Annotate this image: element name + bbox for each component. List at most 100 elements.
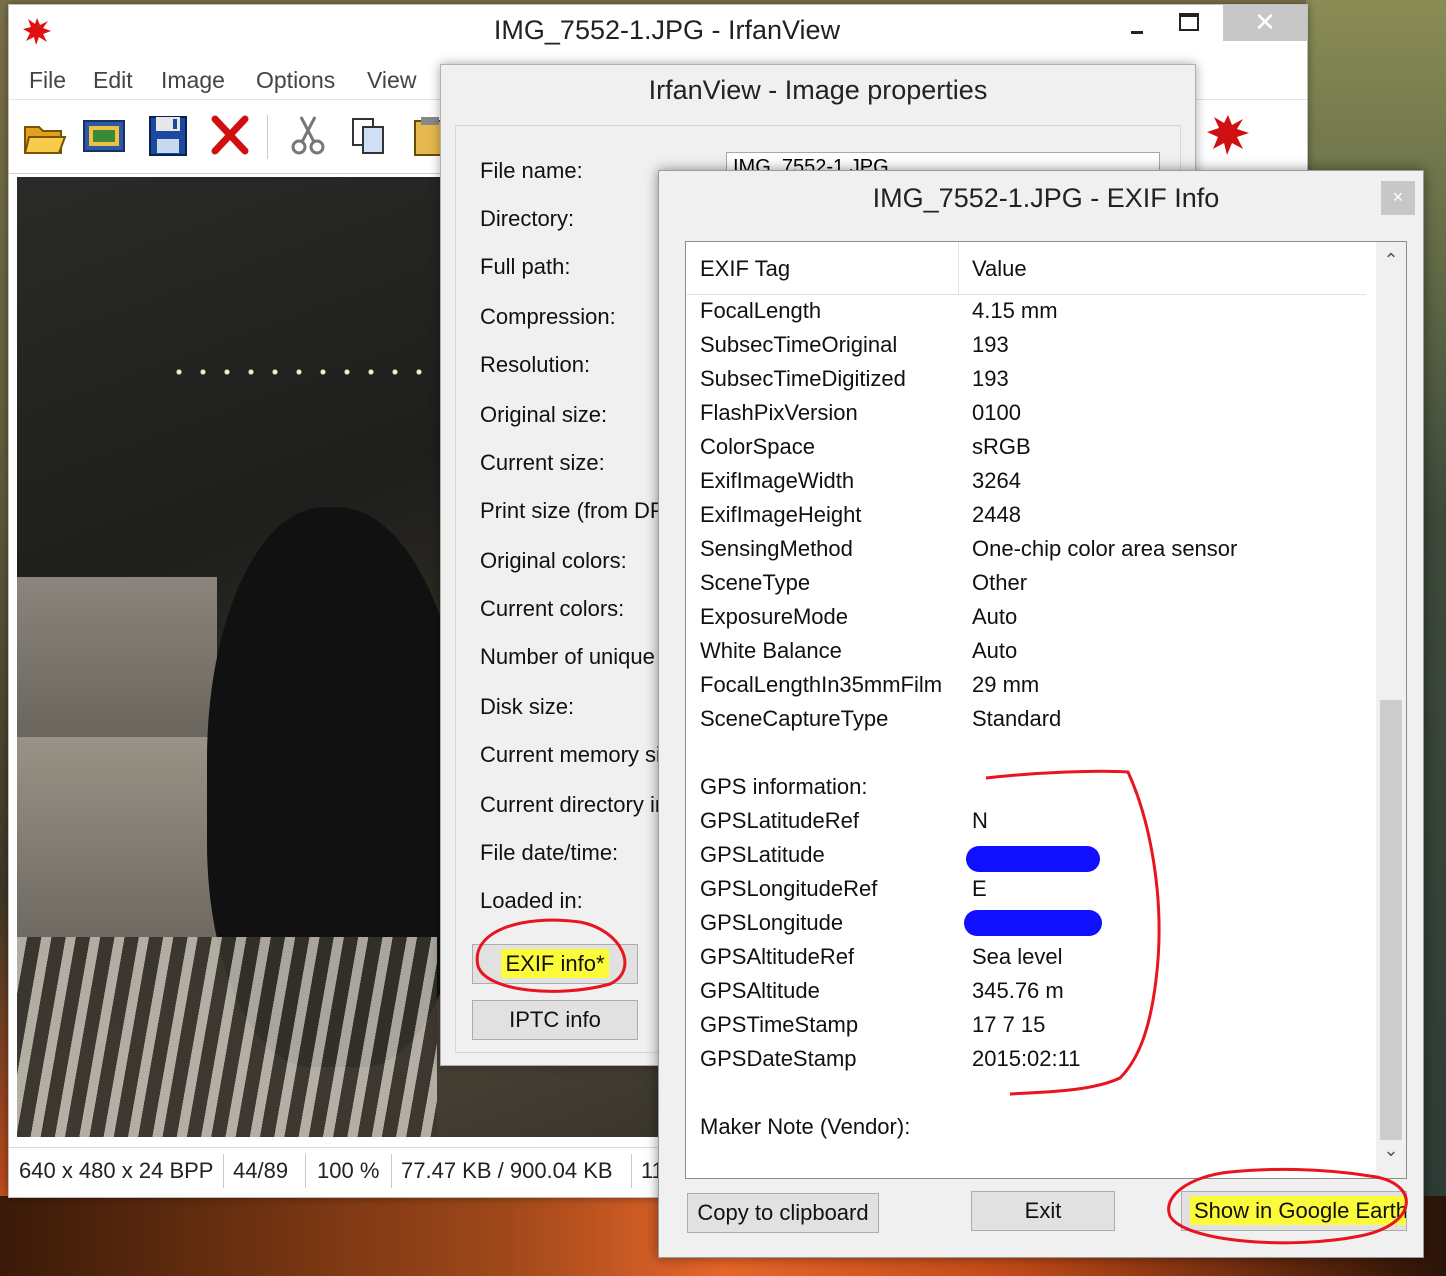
show-in-google-earth-button[interactable]: Show in Google Earth bbox=[1181, 1191, 1407, 1231]
menu-options[interactable]: Options bbox=[256, 67, 335, 94]
exif-tag-cell: ExifImageHeight bbox=[700, 502, 862, 527]
exif-tag-cell: SubsecTimeOriginal bbox=[700, 332, 898, 357]
label-original-size: Original size: bbox=[480, 402, 608, 427]
exif-value-cell: One-chip color area sensor bbox=[972, 536, 1238, 561]
scroll-up-icon[interactable]: ⌃ bbox=[1376, 250, 1406, 271]
label-current-colors: Current colors: bbox=[480, 596, 625, 621]
exif-row[interactable]: FocalLength 4.15 mm bbox=[686, 298, 1366, 332]
exif-tag-cell: GPSTimeStamp bbox=[700, 1012, 859, 1037]
exif-row[interactable]: ExposureMode Auto bbox=[686, 604, 1366, 638]
google-earth-label: Show in Google Earth bbox=[1190, 1196, 1406, 1225]
save-icon[interactable] bbox=[145, 111, 191, 159]
status-separator bbox=[391, 1154, 392, 1188]
photo-paper-boxes bbox=[17, 577, 217, 737]
exif-list[interactable]: EXIF Tag Value FocalLength 4.15 mm SubsecT… bbox=[685, 241, 1407, 1179]
cut-icon[interactable] bbox=[285, 111, 331, 159]
column-header-value[interactable]: Value bbox=[972, 256, 1027, 282]
menu-image[interactable]: Image bbox=[161, 67, 225, 94]
exif-info-window: IMG_7552-1.JPG - EXIF Info × EXIF Tag Va… bbox=[658, 170, 1424, 1258]
exif-row[interactable]: ExifImageWidth 3264 bbox=[686, 468, 1366, 502]
exif-row[interactable]: White Balance Auto bbox=[686, 638, 1366, 672]
column-separator bbox=[958, 242, 959, 294]
maximize-button[interactable] bbox=[1167, 5, 1207, 41]
irfanview-logo-icon[interactable] bbox=[1205, 111, 1251, 159]
scroll-down-icon[interactable]: ⌄ bbox=[1376, 1140, 1406, 1161]
status-separator bbox=[631, 1154, 632, 1188]
exif-value-cell: 17 7 15 bbox=[972, 1012, 1046, 1037]
exif-row[interactable]: Maker Note (Vendor): bbox=[686, 1114, 1366, 1148]
iptc-info-button[interactable]: IPTC info bbox=[472, 1000, 638, 1040]
exif-value-cell: Other bbox=[972, 570, 1028, 595]
exif-value-cell: 4.15 mm bbox=[972, 298, 1058, 323]
exit-button[interactable]: Exit bbox=[971, 1191, 1115, 1231]
exif-row[interactable]: SceneType Other bbox=[686, 570, 1366, 604]
exif-window-title: IMG_7552-1.JPG - EXIF Info bbox=[872, 183, 1220, 213]
exif-row[interactable]: GPSLatitudeRef N bbox=[686, 808, 1366, 842]
label-unique-colors: Number of unique c bbox=[480, 644, 672, 669]
exif-value-cell: 193 bbox=[972, 332, 1009, 357]
exif-row[interactable]: ExifImageHeight 2448 bbox=[686, 502, 1366, 536]
label-disk-size: Disk size: bbox=[480, 694, 575, 719]
exif-value-cell: N bbox=[972, 808, 988, 833]
properties-window-title: IrfanView - Image properties bbox=[648, 75, 988, 105]
scroll-thumb[interactable] bbox=[1380, 700, 1402, 1140]
exif-tag-cell: SceneType bbox=[700, 570, 811, 595]
exif-row[interactable]: SceneCaptureType Standard bbox=[686, 706, 1366, 740]
exif-row[interactable]: GPSAltitudeRef Sea level bbox=[686, 944, 1366, 978]
status-zoom: 100 % bbox=[317, 1158, 380, 1183]
exif-row[interactable]: SubsecTimeOriginal 193 bbox=[686, 332, 1366, 366]
exif-close-button[interactable]: × bbox=[1381, 181, 1415, 215]
exif-tag-cell: GPSDateStamp bbox=[700, 1046, 857, 1071]
exif-row[interactable]: SensingMethod One-chip color area sensor bbox=[686, 536, 1366, 570]
exif-row[interactable]: FlashPixVersion 0100 bbox=[686, 400, 1366, 434]
exif-row[interactable]: GPS information: bbox=[686, 774, 1366, 808]
exif-row[interactable]: GPSLongitudeRef E bbox=[686, 876, 1366, 910]
redacted-latitude bbox=[966, 846, 1100, 872]
status-separator bbox=[223, 1154, 224, 1188]
menu-edit[interactable]: Edit bbox=[93, 67, 133, 94]
close-icon: ✕ bbox=[1254, 7, 1276, 37]
exif-row[interactable]: GPSDateStamp 2015:02:11 bbox=[686, 1046, 1366, 1080]
label-print-size: Print size (from DPI bbox=[480, 498, 671, 523]
exif-tag-cell: GPSAltitudeRef bbox=[700, 944, 855, 969]
delete-icon[interactable] bbox=[207, 111, 253, 159]
exif-tag-cell: GPSLongitude bbox=[700, 910, 844, 935]
exif-info-label: EXIF info* bbox=[501, 949, 609, 978]
exif-value-cell: Standard bbox=[972, 706, 1062, 731]
exif-value-cell: 193 bbox=[972, 366, 1009, 391]
main-title-bar[interactable]: IMG_7552-1.JPG - IrfanView ✕ bbox=[9, 5, 1307, 55]
exif-scrollbar[interactable]: ⌃ ⌄ bbox=[1376, 242, 1406, 1178]
exif-row[interactable]: ColorSpace sRGB bbox=[686, 434, 1366, 468]
copy-icon[interactable] bbox=[345, 111, 391, 159]
exif-value-cell: Sea level bbox=[972, 944, 1063, 969]
exif-row[interactable] bbox=[686, 740, 1366, 774]
exif-value-cell: sRGB bbox=[972, 434, 1031, 459]
label-loaded-in: Loaded in: bbox=[480, 888, 583, 913]
column-header-tag[interactable]: EXIF Tag bbox=[700, 256, 790, 282]
exif-value-cell: 2015:02:11 bbox=[972, 1046, 1081, 1071]
thumbnails-icon[interactable] bbox=[81, 111, 127, 159]
exif-row[interactable]: SubsecTimeDigitized 193 bbox=[686, 366, 1366, 400]
menu-file[interactable]: File bbox=[29, 67, 66, 94]
status-file-size: 77.47 KB / 900.04 KB bbox=[401, 1158, 613, 1183]
exif-tag-cell: ExposureMode bbox=[700, 604, 848, 629]
exif-row[interactable] bbox=[686, 1080, 1366, 1114]
exif-value-cell: 0100 bbox=[972, 400, 1021, 425]
exif-tag-cell: SceneCaptureType bbox=[700, 706, 889, 731]
open-folder-icon[interactable] bbox=[21, 111, 67, 159]
exif-tag-cell: FlashPixVersion bbox=[700, 400, 858, 425]
exif-list-header: EXIF Tag Value bbox=[686, 242, 1366, 295]
exif-info-button[interactable]: EXIF info* bbox=[472, 944, 638, 984]
menu-view[interactable]: View bbox=[367, 67, 416, 94]
label-original-colors: Original colors: bbox=[480, 548, 627, 573]
exif-row[interactable]: GPSAltitude 345.76 m bbox=[686, 978, 1366, 1012]
label-directory-index: Current directory in bbox=[480, 792, 668, 817]
exif-tag-cell: GPSAltitude bbox=[700, 978, 820, 1003]
exif-row[interactable]: GPSTimeStamp 17 7 15 bbox=[686, 1012, 1366, 1046]
exif-row[interactable]: FocalLengthIn35mmFilm 29 mm bbox=[686, 672, 1366, 706]
exif-tag-cell: GPSLatitude bbox=[700, 842, 825, 867]
copy-to-clipboard-button[interactable]: Copy to clipboard bbox=[687, 1193, 879, 1233]
minimize-button[interactable] bbox=[1117, 5, 1157, 41]
close-button[interactable]: ✕ bbox=[1223, 5, 1307, 41]
exif-value-cell: E bbox=[972, 876, 987, 901]
